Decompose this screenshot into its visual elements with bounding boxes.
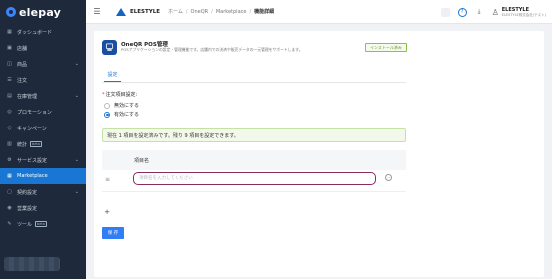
notification-placeholder <box>440 7 450 17</box>
help-icon[interactable]: ? <box>457 7 467 17</box>
sidebar-item-label: 契約設定 <box>17 189 38 196</box>
logo-text: elepay <box>19 5 62 19</box>
remove-row-icon[interactable]: − <box>385 174 392 181</box>
sidebar-item-label: Marketplace <box>17 173 48 179</box>
sidebar-item-campaign[interactable]: ◇ キャンペーン <box>0 120 86 136</box>
chevron-down-icon: ⌄ <box>74 157 79 163</box>
breadcrumb-separator: / <box>185 8 188 15</box>
sidebar-item-grid[interactable]: ▦ ダッシュボード <box>0 24 86 40</box>
radio-enable[interactable]: 有効にする <box>104 111 139 118</box>
sidebar-item-inventory[interactable]: ▤ 在庫管理 ⌄ <box>0 88 86 104</box>
sidebar-item-promotion[interactable]: ◎ プロモーション <box>0 104 86 120</box>
item-count-notice: 現在 1 項目を設定済みです。残り 9 項目を設定できます。 <box>102 128 406 142</box>
top-header: ☰ ELESTYLE ホーム / OneQR / Marketplace / 機… <box>86 0 552 24</box>
sidebar-item-label: 店舗 <box>17 45 28 52</box>
radio-enable-label: 有効にする <box>114 112 140 118</box>
contract-icon: ▢ <box>7 189 12 195</box>
radio-disable[interactable]: 無効にする <box>104 102 139 109</box>
installed-status-badge: インストール済み <box>365 43 407 52</box>
elepay-logo[interactable]: elepay <box>0 0 86 24</box>
sidebar-item-label: キャンペーン <box>17 125 47 132</box>
sidebar-item-stats[interactable]: ▥ 統計 beta <box>0 136 86 152</box>
app-detail-card: OneQR POS管理 POSアプリケーションの設定・管理機能です。店舗内での決… <box>94 31 544 277</box>
breadcrumb-marketplace[interactable]: Marketplace <box>216 9 247 15</box>
sidebar-item-contract[interactable]: ▢ 契約設定 ⌄ <box>0 184 86 200</box>
item-name-input[interactable] <box>133 172 376 185</box>
sidebar-item-label: ダッシュボード <box>17 29 53 36</box>
chevron-down-icon: ⌄ <box>74 189 79 195</box>
sidebar: elepay ▦ ダッシュボード ▣ 店舗 ◫ 商品 ⌄ ☰ 注文 ▤ 在庫管理 ⌄ ◎ プロモーション ◇… <box>0 0 86 279</box>
header-actions: ? ⤓ ♙ ELESTYLE ELESTYLE株式会社(テスト) <box>440 0 546 24</box>
sidebar-item-label: ツール <box>17 221 33 228</box>
stats-icon: ▥ <box>7 141 12 147</box>
pos-device-icon <box>105 43 114 51</box>
sidebar-item-service[interactable]: ⚙ サービス設定 ⌄ <box>0 152 86 168</box>
radio-disable-label: 無効にする <box>114 103 140 109</box>
sidebar-footer-placeholder <box>4 257 60 271</box>
chevron-down-icon: ⌄ <box>74 93 79 99</box>
download-icon[interactable]: ⤓ <box>475 8 484 17</box>
required-mark: * <box>102 92 105 98</box>
pos-app-icon <box>102 40 117 55</box>
promotion-icon: ◎ <box>7 109 12 115</box>
items-table-header: 項目名 <box>102 150 406 170</box>
beta-badge: beta <box>30 141 42 147</box>
breadcrumb-separator: / <box>211 8 213 15</box>
radio-enable-dot[interactable] <box>104 111 110 118</box>
user-company: ELESTYLE株式会社(テスト) <box>501 12 546 17</box>
sidebar-nav: ▦ ダッシュボード ▣ 店舗 ◫ 商品 ⌄ ☰ 注文 ▤ 在庫管理 ⌄ ◎ プロモーション ◇ キャンペーン ▥… <box>0 24 86 232</box>
user-info: ELESTYLE ELESTYLE株式会社(テスト) <box>502 7 546 18</box>
sidebar-item-label: 注文 <box>17 77 28 84</box>
service-icon: ⚙ <box>7 157 12 163</box>
chevron-down-icon: ⌄ <box>74 61 79 67</box>
marketplace-icon: ▦ <box>7 173 12 179</box>
sidebar-item-label: サービス設定 <box>17 157 48 164</box>
account-icon: ◉ <box>7 205 12 211</box>
save-button[interactable]: 保 存 <box>102 227 124 239</box>
store-icon: ▣ <box>7 45 12 51</box>
logo-mark-icon <box>6 7 16 17</box>
sidebar-item-label: プロモーション <box>17 109 52 116</box>
order-item-setting-label: *注文項目設定: <box>102 91 137 98</box>
menu-toggle-icon[interactable]: ☰ <box>88 7 106 16</box>
table-row: ≡ − <box>102 170 406 192</box>
tools-icon: ✎ <box>7 221 12 227</box>
breadcrumb-current: 機能詳細 <box>254 9 275 15</box>
sidebar-item-label: 統計 <box>17 141 28 148</box>
user-icon: ♙ <box>491 7 499 17</box>
breadcrumb: ホーム / OneQR / Marketplace / 機能詳細 <box>168 8 275 16</box>
sidebar-item-order[interactable]: ☰ 注文 <box>0 72 86 88</box>
sidebar-item-label: 営業設定 <box>17 205 38 212</box>
drag-handle-icon[interactable]: ≡ <box>105 176 110 183</box>
sidebar-item-label: 商品 <box>17 61 28 68</box>
column-header-item-name: 項目名 <box>134 158 150 164</box>
beta-badge: beta <box>35 221 47 227</box>
sidebar-item-store[interactable]: ▣ 店舗 <box>0 40 86 56</box>
radio-disable-dot[interactable] <box>104 102 110 109</box>
product-icon: ◫ <box>7 61 12 67</box>
sidebar-item-marketplace[interactable]: ▦ Marketplace <box>0 168 86 184</box>
sidebar-item-account[interactable]: ◉ 営業設定 <box>0 200 86 216</box>
grid-icon: ▦ <box>7 29 12 35</box>
sidebar-item-label: 在庫管理 <box>17 93 38 100</box>
inventory-icon: ▤ <box>7 93 12 99</box>
brand-name: ELESTYLE <box>130 8 160 15</box>
order-item-setting-text: 注文項目設定: <box>105 92 138 98</box>
sidebar-item-tools[interactable]: ✎ ツール beta <box>0 216 86 232</box>
brand-logo-icon <box>116 7 126 16</box>
tab-bar: 設定 <box>102 69 406 83</box>
breadcrumb-separator: / <box>249 8 252 15</box>
add-item-button[interactable]: + <box>102 207 112 217</box>
app-description: POSアプリケーションの設定・管理機能です。店舗内での決済や販売データの一元管理… <box>121 47 303 52</box>
sidebar-item-product[interactable]: ◫ 商品 ⌄ <box>0 56 86 72</box>
user-menu[interactable]: ♙ ELESTYLE ELESTYLE株式会社(テスト) <box>492 7 546 18</box>
tab-settings[interactable]: 設定 <box>104 71 121 82</box>
breadcrumb-home[interactable]: ホーム <box>168 8 183 15</box>
campaign-icon: ◇ <box>7 125 12 131</box>
breadcrumb-oneqr[interactable]: OneQR <box>191 9 209 15</box>
order-icon: ☰ <box>7 77 12 83</box>
